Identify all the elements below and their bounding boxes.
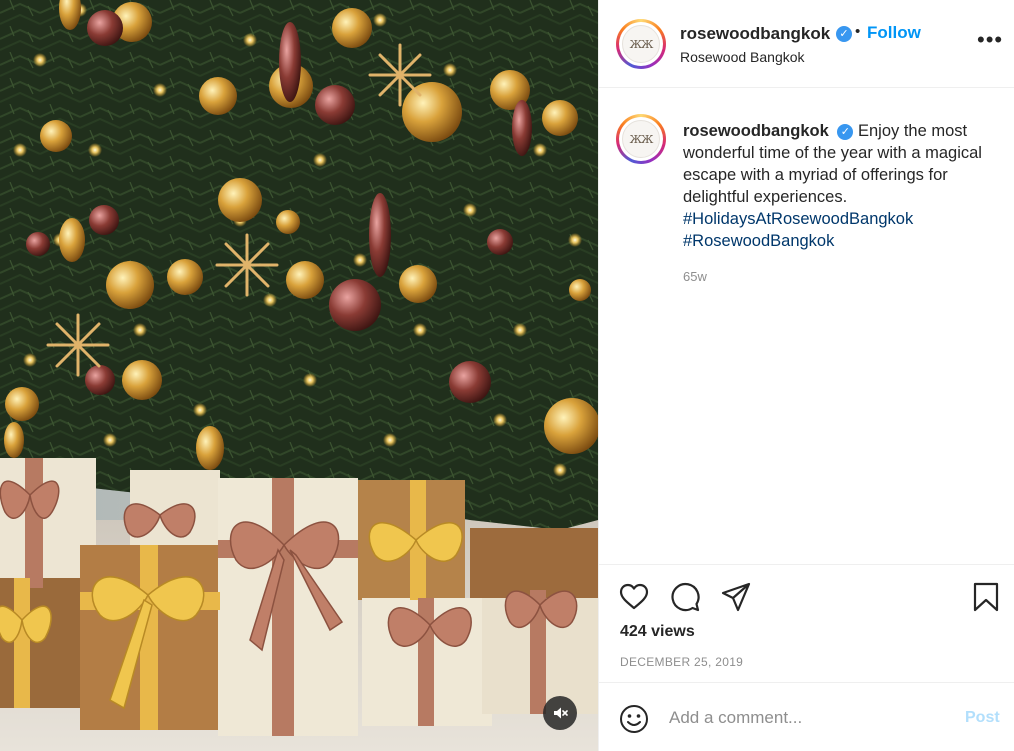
- rosewood-logo-icon: ЖЖ: [622, 25, 660, 63]
- more-options-icon[interactable]: •••: [977, 29, 1003, 51]
- location-link[interactable]: Rosewood Bangkok: [680, 49, 805, 65]
- avatar[interactable]: ЖЖ: [616, 19, 666, 69]
- mute-toggle-button[interactable]: [543, 696, 577, 730]
- hashtag-link[interactable]: #HolidaysAtRosewoodBangkok: [683, 208, 993, 230]
- separator-dot: •: [855, 23, 861, 40]
- rosewood-logo-icon: ЖЖ: [622, 120, 660, 158]
- hashtag-link[interactable]: #RosewoodBangkok: [683, 230, 993, 252]
- post-panel: ЖЖ rosewoodbangkok ✓ • Follow Rosewood B…: [598, 0, 1014, 751]
- caption-text: rosewoodbangkok ✓ Enjoy the most wonderf…: [683, 120, 993, 252]
- verified-badge-icon: ✓: [836, 26, 852, 42]
- bookmark-icon[interactable]: [970, 581, 1002, 613]
- share-icon[interactable]: [720, 581, 752, 613]
- post-header: ЖЖ rosewoodbangkok ✓ • Follow Rosewood B…: [599, 0, 1014, 88]
- emoji-icon[interactable]: [619, 704, 649, 734]
- comment-input[interactable]: [669, 705, 949, 731]
- comment-bar: Post: [599, 682, 1014, 751]
- caption-avatar[interactable]: ЖЖ: [616, 114, 666, 164]
- caption-username[interactable]: rosewoodbangkok: [683, 122, 829, 140]
- caption-timestamp[interactable]: 65w: [683, 269, 707, 284]
- heart-icon[interactable]: [618, 581, 650, 613]
- post-date: DECEMBER 25, 2019: [620, 655, 744, 669]
- verified-badge-icon: ✓: [837, 124, 854, 140]
- christmas-tree-image: [0, 0, 598, 751]
- follow-button[interactable]: Follow: [867, 23, 921, 43]
- post-comment-button[interactable]: Post: [965, 709, 1000, 727]
- post-actions: 424 views DECEMBER 25, 2019: [599, 564, 1014, 681]
- post-media[interactable]: [0, 0, 598, 751]
- comment-icon[interactable]: [669, 581, 701, 613]
- username-link[interactable]: rosewoodbangkok: [680, 24, 830, 44]
- view-count[interactable]: 424 views: [620, 623, 695, 641]
- mute-icon: [554, 707, 568, 719]
